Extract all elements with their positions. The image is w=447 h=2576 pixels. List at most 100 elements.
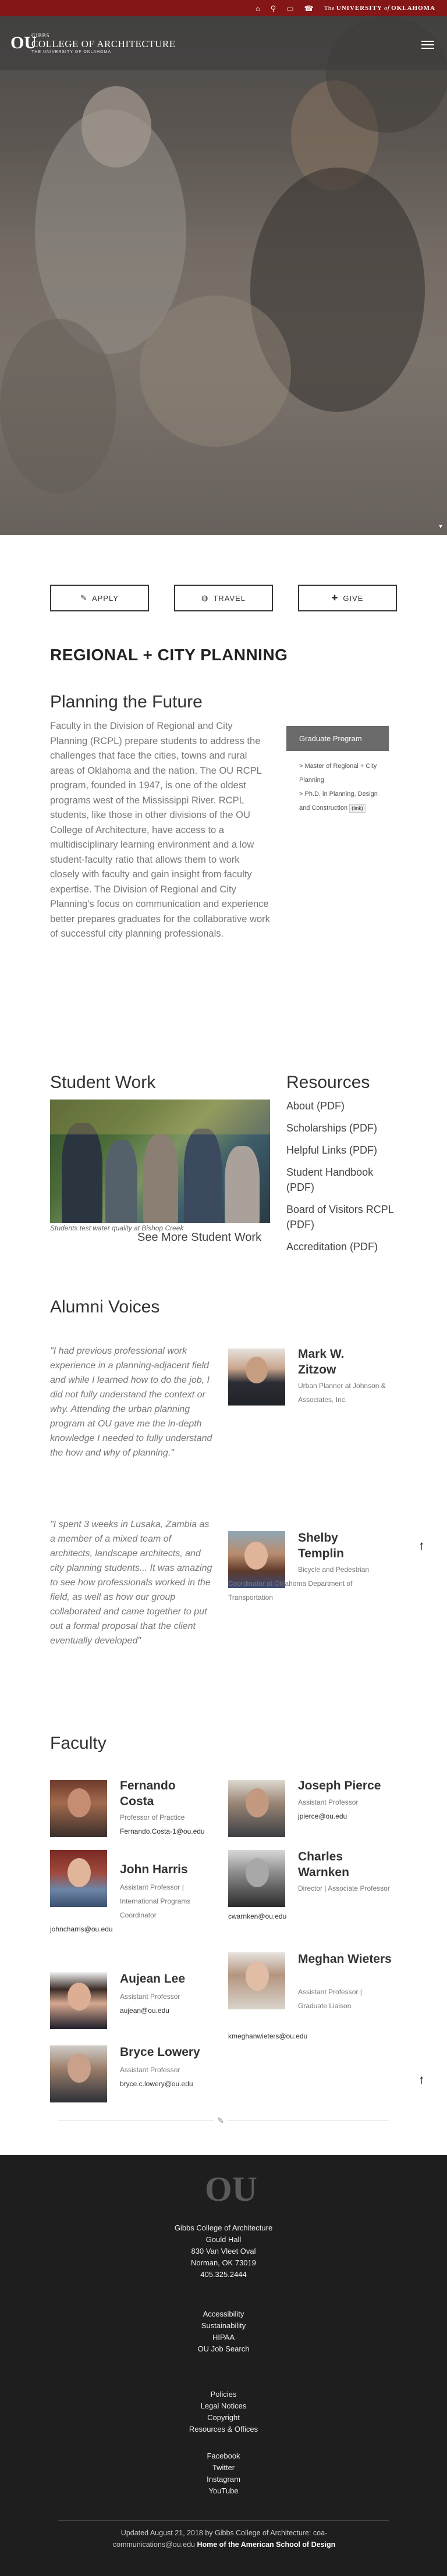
apply-button[interactable]: ✎ APPLY bbox=[50, 585, 149, 611]
alumni-voices-heading: Alumni Voices bbox=[50, 1297, 160, 1317]
student-work-heading: Student Work bbox=[50, 1073, 156, 1092]
footer-links-2: Policies Legal Notices Copyright Resourc… bbox=[0, 2389, 447, 2435]
utility-bar: ⌂ ⚲ ▭ ☎ The UNIVERSITY of OKLAHOMA bbox=[0, 0, 447, 16]
alumni-name: Shelby Templin bbox=[298, 1531, 344, 1560]
paperclip-icon: ✎ bbox=[214, 2114, 227, 2127]
footer-link-facebook[interactable]: Facebook bbox=[0, 2450, 447, 2462]
resource-link-student-handbook[interactable]: Student Handbook (PDF) bbox=[286, 1165, 397, 1195]
graduate-program-button[interactable]: Graduate Program bbox=[286, 726, 389, 751]
avatar bbox=[228, 1952, 285, 2009]
faculty-email[interactable]: bryce.c.lowery@ou.edu bbox=[120, 2077, 193, 2091]
site-footer: OU Gibbs College of Architecture Gould H… bbox=[0, 2155, 447, 2576]
avatar bbox=[228, 1349, 285, 1406]
search-icon[interactable]: ⚲ bbox=[271, 5, 276, 12]
faculty-name: Aujean Lee bbox=[120, 1972, 186, 1986]
travel-button[interactable]: ◍ TRAVEL bbox=[174, 585, 273, 611]
action-buttons: ✎ APPLY ◍ TRAVEL ✚ GIVE bbox=[50, 585, 397, 611]
faculty-role: Assistant Professor | Graduate Liaison bbox=[298, 1988, 362, 2010]
mrcp-link[interactable]: > Master of Regional + City Planning bbox=[299, 759, 389, 787]
faculty-name: John Harris bbox=[120, 1863, 188, 1876]
college-wordmark[interactable]: GIBBS COLLEGE OF ARCHITECTURE THE UNIVER… bbox=[31, 33, 176, 54]
gift-icon: ✚ bbox=[331, 593, 339, 602]
resource-link-about[interactable]: About (PDF) bbox=[286, 1098, 397, 1113]
faculty-email[interactable]: cwarnken@ou.edu bbox=[228, 1909, 286, 1923]
footer-social-links: Facebook Twitter Instagram YouTube bbox=[0, 2450, 447, 2497]
hero-image bbox=[0, 16, 447, 535]
footer-link-legal-notices[interactable]: Legal Notices bbox=[0, 2400, 447, 2412]
site-header: OU GIBBS COLLEGE OF ARCHITECTURE THE UNI… bbox=[0, 16, 447, 70]
faculty-name: Joseph Pierce bbox=[298, 1779, 381, 1792]
phd-link[interactable]: > Ph.D. in Planning, Design and Construc… bbox=[299, 787, 389, 815]
faculty-name: Charles Warnken bbox=[298, 1850, 349, 1879]
footer-divider bbox=[58, 2520, 389, 2521]
faculty-email[interactable]: Fernando.Costa-1@ou.edu bbox=[120, 1824, 205, 1838]
faculty-role: Professor of Practice bbox=[120, 1813, 185, 1821]
footer-link-instagram[interactable]: Instagram bbox=[0, 2474, 447, 2485]
faculty-role: Assistant Professor bbox=[120, 2066, 180, 2074]
footer-link-copyright[interactable]: Copyright bbox=[0, 2412, 447, 2424]
alumni-role: Bicycle and Pedestrian Coordinator at Ok… bbox=[228, 1565, 370, 1602]
globe-icon: ◍ bbox=[201, 593, 209, 602]
alumni-quote: "I had previous professional work experi… bbox=[50, 1346, 212, 1458]
avatar bbox=[228, 1780, 285, 1837]
faculty-role: Assistant Professor | International Prog… bbox=[120, 1883, 191, 1919]
avatar bbox=[50, 2045, 107, 2102]
ou-footer-logo[interactable]: OU bbox=[205, 2168, 257, 2211]
pencil-icon: ✎ bbox=[80, 593, 87, 602]
avatar bbox=[50, 1780, 107, 1837]
faculty-name: Bryce Lowery bbox=[120, 2045, 200, 2059]
external-link-tag: (link) bbox=[349, 804, 366, 813]
resource-link-board-of-visitors[interactable]: Board of Visitors RCPL (PDF) bbox=[286, 1202, 397, 1232]
see-more-student-work-link[interactable]: See More Student Work bbox=[137, 1231, 261, 1244]
alumni-role: Urban Planner at Johnson & Associates, I… bbox=[298, 1382, 386, 1404]
page-title: REGIONAL + CITY PLANNING bbox=[50, 646, 288, 664]
footer-link-hipaa[interactable]: HIPAA bbox=[0, 2332, 447, 2343]
home-icon[interactable]: ⌂ bbox=[256, 5, 260, 12]
faculty-heading: Faculty bbox=[50, 1734, 107, 1753]
avatar bbox=[228, 1850, 285, 1907]
faculty-role: Assistant Professor bbox=[298, 1798, 359, 1806]
resource-link-helpful-links[interactable]: Helpful Links (PDF) bbox=[286, 1143, 397, 1158]
student-work-photo[interactable] bbox=[50, 1100, 270, 1223]
avatar bbox=[50, 1972, 107, 2029]
monitor-icon[interactable]: ▭ bbox=[286, 5, 293, 12]
graduate-program-box: Graduate Program > Master of Regional + … bbox=[286, 726, 389, 815]
faculty-name: Fernando Costa bbox=[120, 1779, 176, 1808]
planning-heading: Planning the Future bbox=[50, 692, 203, 711]
footer-tagline: Home of the American School of Design bbox=[197, 2541, 336, 2549]
footer-link-resources-offices[interactable]: Resources & Offices bbox=[0, 2424, 447, 2435]
footer-link-ou-job-search[interactable]: OU Job Search bbox=[0, 2343, 447, 2355]
avatar bbox=[50, 1850, 107, 1907]
footer-link-sustainability[interactable]: Sustainability bbox=[0, 2320, 447, 2332]
footer-link-policies[interactable]: Policies bbox=[0, 2389, 447, 2400]
faculty-name: Meghan Wieters bbox=[298, 1952, 392, 1966]
back-to-top-icon[interactable]: ↑ bbox=[418, 1538, 425, 1553]
footer-updated-note: Updated August 21, 2018 by Gibbs College… bbox=[112, 2529, 336, 2549]
faculty-email[interactable]: kmeghanwieters@ou.edu bbox=[228, 2029, 307, 2043]
back-to-top-icon[interactable]: ↑ bbox=[418, 2072, 425, 2087]
faculty-role: Director | Associate Professor bbox=[298, 1884, 390, 1892]
alumni-name: Mark W. Zitzow bbox=[298, 1347, 345, 1376]
resource-link-scholarships[interactable]: Scholarships (PDF) bbox=[286, 1120, 397, 1136]
resource-link-accreditation[interactable]: Accreditation (PDF) bbox=[286, 1239, 397, 1254]
footer-phone[interactable]: 405.325.2444 bbox=[0, 2269, 447, 2280]
footer-link-youtube[interactable]: YouTube bbox=[0, 2485, 447, 2497]
scroll-down-icon[interactable]: ▼ bbox=[438, 524, 444, 530]
footer-link-accessibility[interactable]: Accessibility bbox=[0, 2308, 447, 2320]
resources-heading: Resources bbox=[286, 1073, 370, 1092]
footer-link-twitter[interactable]: Twitter bbox=[0, 2462, 447, 2474]
hamburger-menu-icon[interactable] bbox=[421, 38, 434, 51]
graduate-program-links: > Master of Regional + City Planning > P… bbox=[286, 759, 389, 815]
give-button[interactable]: ✚ GIVE bbox=[298, 585, 397, 611]
university-wordmark[interactable]: The UNIVERSITY of OKLAHOMA bbox=[324, 5, 435, 12]
faculty-role: Assistant Professor bbox=[120, 1993, 180, 2001]
alumni-quote: "I spent 3 weeks in Lusaka, Zambia as a … bbox=[50, 1520, 212, 1646]
phone-icon[interactable]: ☎ bbox=[304, 5, 314, 12]
faculty-email[interactable]: jpierce@ou.edu bbox=[298, 1809, 347, 1823]
faculty-email[interactable]: aujean@ou.edu bbox=[120, 2004, 169, 2018]
footer-links-1: Accessibility Sustainability HIPAA OU Jo… bbox=[0, 2308, 447, 2355]
ou-logo[interactable]: OU bbox=[10, 31, 37, 55]
faculty-email[interactable]: johncharris@ou.edu bbox=[50, 1922, 113, 1936]
footer-address: Gibbs College of Architecture Gould Hall… bbox=[0, 2222, 447, 2280]
resources-list: About (PDF) Scholarships (PDF) Helpful L… bbox=[286, 1098, 397, 1261]
